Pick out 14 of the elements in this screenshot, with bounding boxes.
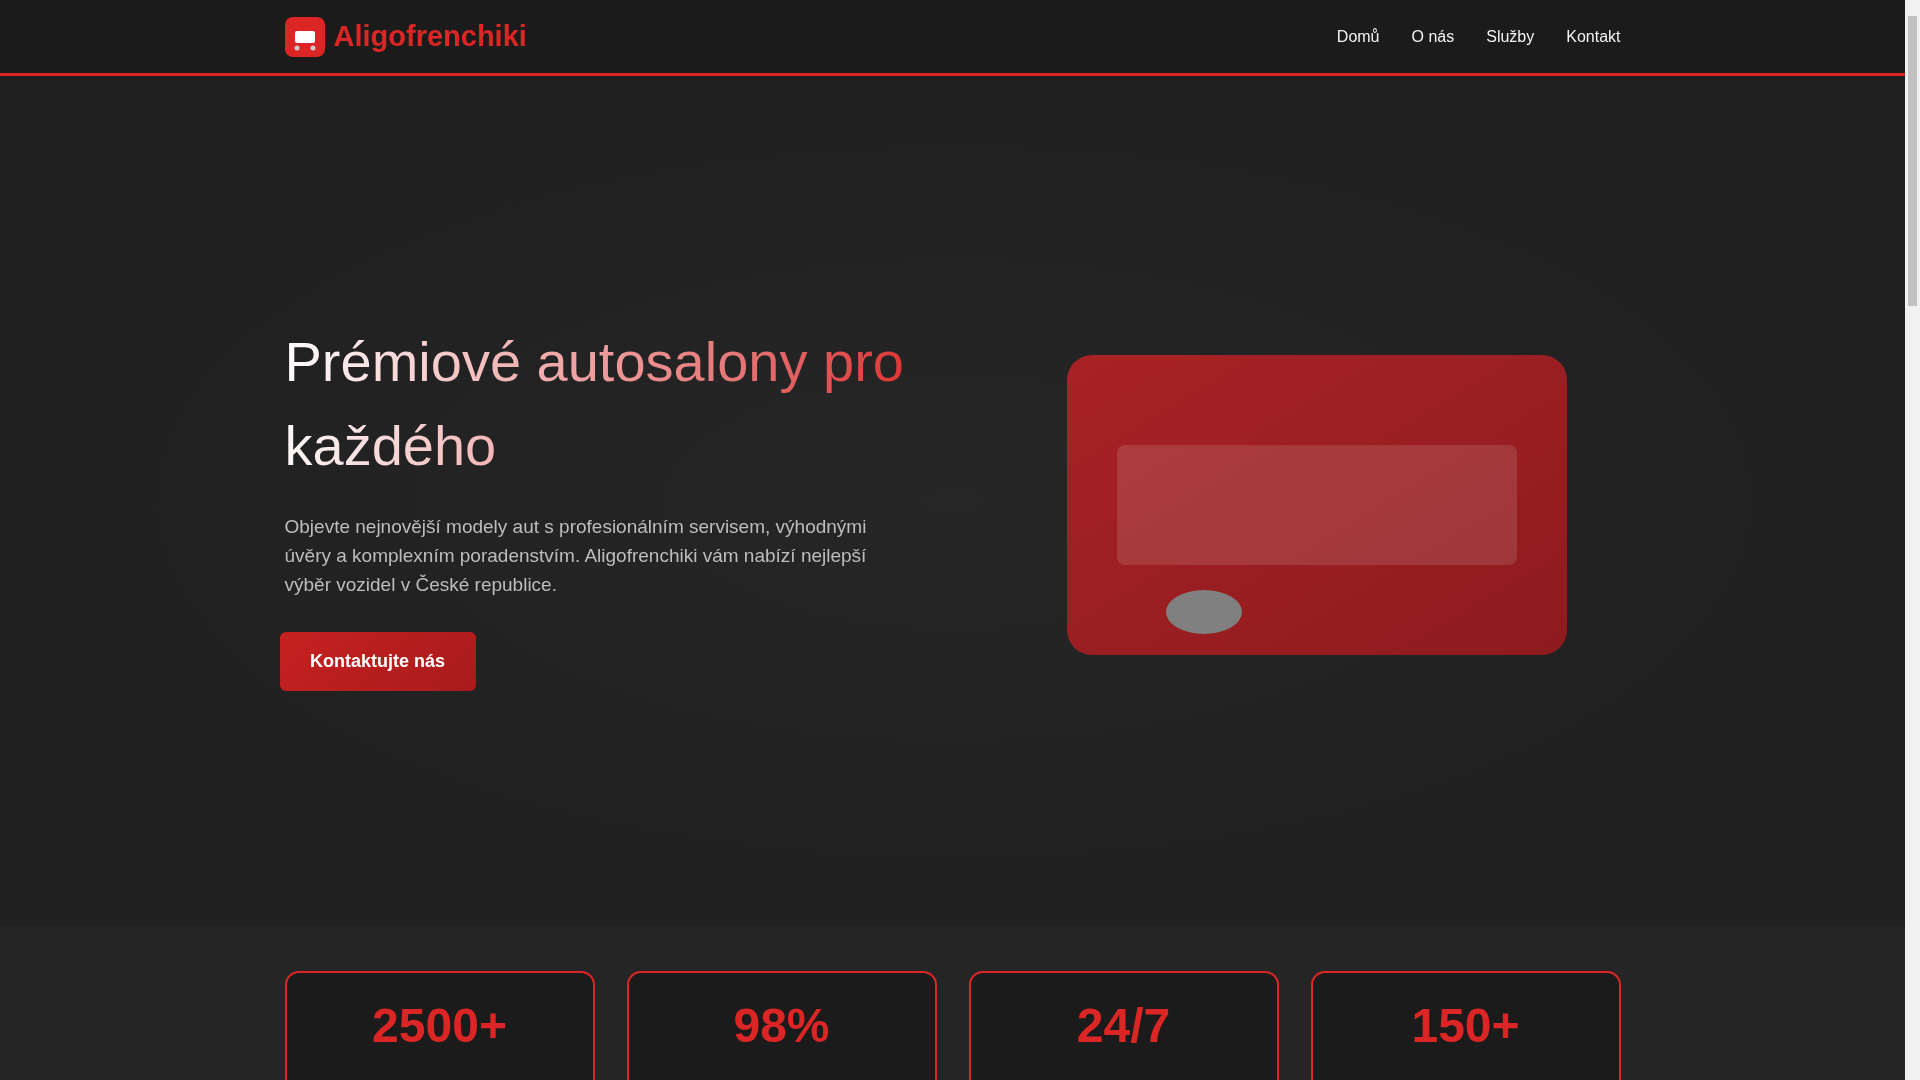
stat-value: 98% (733, 998, 830, 1054)
brand-name: Aligofrenchiki (333, 20, 527, 53)
stat-value: 150+ (1411, 998, 1520, 1054)
nav-link[interactable]: O nás (1411, 27, 1455, 46)
stat-value: 2500+ (372, 998, 507, 1054)
nav-link[interactable]: Kontakt (1566, 27, 1621, 46)
contact-button[interactable]: Kontaktujte nás (279, 631, 476, 691)
stat-value: 24/7 (1076, 998, 1171, 1054)
scrollbar-thumb[interactable] (1908, 16, 1917, 306)
nav-link[interactable]: Domů (1336, 27, 1380, 46)
hero-text: Objevte nejnovější modely aut s profesionálním servisem, výhodnými úvěry a komplexním poradenstvím. Aligofrenchiki vám nabízí nejlepší výběr vozidel v České republice. (284, 514, 868, 597)
car-logo-icon (284, 16, 325, 57)
nav-link[interactable]: Služby (1486, 27, 1535, 46)
scrollbar[interactable] (1905, 0, 1920, 1080)
